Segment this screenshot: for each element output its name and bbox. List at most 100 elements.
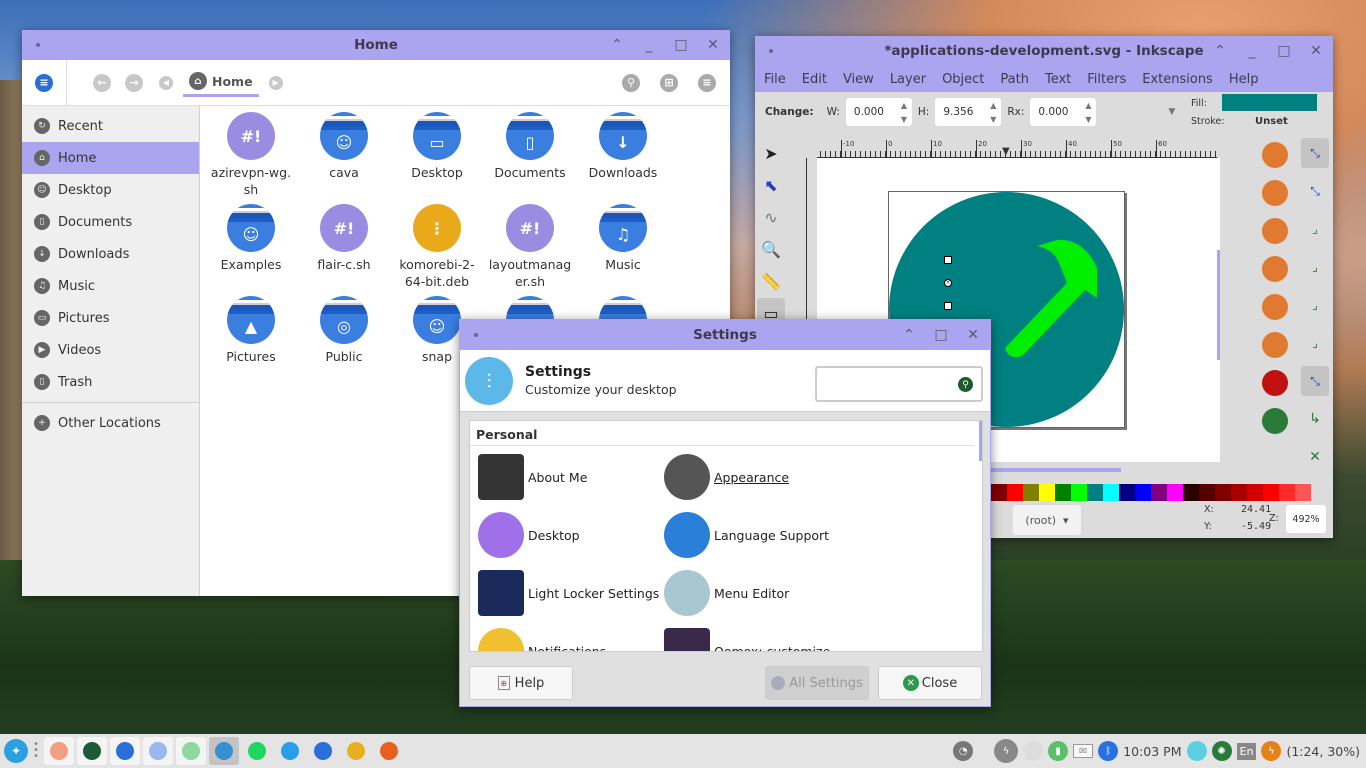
menu-help[interactable]: Help (1229, 72, 1259, 87)
sidebar-item-other-locations[interactable]: + Other Locations (22, 407, 199, 439)
minimize-button[interactable]: _ (1243, 42, 1261, 60)
snap-toggle-icon[interactable]: ⤡ (1301, 138, 1329, 168)
forward-icon[interactable]: → (125, 73, 143, 92)
sidebar-item-desktop[interactable]: ☺ Desktop (22, 174, 199, 206)
panel-handle[interactable]: • • • (33, 740, 39, 762)
snap-intersections-icon[interactable]: ✕ (1301, 442, 1329, 472)
menu-extensions[interactable]: Extensions (1142, 72, 1213, 87)
taskbar-app-files[interactable] (109, 737, 140, 765)
settings-search-input[interactable]: ⚲ (815, 366, 983, 402)
taskbar-app-inkscape[interactable] (76, 737, 107, 765)
menu-edit[interactable]: Edit (802, 72, 827, 87)
sidebar-item-trash[interactable]: ▯ Trash (22, 366, 199, 398)
menu-filters[interactable]: Filters (1087, 72, 1126, 87)
sidebar-item-downloads[interactable]: ↓ Downloads (22, 238, 199, 270)
taskbar-app-files-launcher[interactable] (308, 737, 338, 765)
taskbar-app-spotify-launcher[interactable] (242, 737, 272, 765)
rx-spinbox[interactable]: 0.000 ▲ ▼ (1030, 98, 1097, 126)
window-menu-dot[interactable] (474, 333, 478, 337)
transform-handle[interactable] (944, 302, 952, 310)
palette-swatch[interactable] (1279, 484, 1295, 501)
palette-swatch[interactable] (1135, 484, 1151, 501)
undo-icon[interactable] (1262, 370, 1288, 396)
panel-scrollbar[interactable] (979, 421, 982, 461)
menu-view[interactable]: View (843, 72, 874, 87)
taskbar-app-telegram[interactable] (275, 737, 305, 765)
maximize-button[interactable]: □ (672, 36, 690, 54)
width-value[interactable]: 0.000 (854, 106, 884, 118)
notifications-icon[interactable]: ◔ (953, 741, 974, 761)
file-item[interactable]: #! flair-c.sh (298, 204, 390, 273)
zoom-value[interactable]: 492% (1292, 514, 1319, 525)
palette-swatch[interactable] (991, 484, 1007, 501)
files-titlebar[interactable]: Home ⌃ _ □ ✕ (22, 30, 730, 60)
menu-file[interactable]: File (764, 72, 786, 87)
menu-layer[interactable]: Layer (890, 72, 926, 87)
search-icon[interactable]: ⚲ (958, 377, 973, 392)
minimize-button[interactable]: _ (640, 36, 658, 54)
window-menu-dot[interactable] (769, 49, 773, 53)
all-settings-button[interactable]: All Settings (765, 666, 869, 700)
palette-swatch[interactable] (1215, 484, 1231, 501)
menu-path[interactable]: Path (1000, 72, 1029, 87)
menu-text[interactable]: Text (1045, 72, 1071, 87)
zoom-spinbox[interactable]: 492% (1286, 505, 1326, 533)
taskbar-app-firefox-launcher[interactable] (374, 737, 404, 765)
maximize-button[interactable]: □ (1275, 42, 1293, 60)
network-idle-icon[interactable] (1023, 741, 1044, 761)
taskbar-app-settings[interactable] (208, 737, 239, 765)
inkscape-titlebar[interactable]: *applications-development.svg - Inkscape… (755, 36, 1333, 66)
stroke-value[interactable]: Unset (1255, 116, 1288, 127)
back-icon[interactable]: ← (93, 73, 111, 92)
files-app-icon[interactable]: ≡ (35, 73, 53, 92)
snap-bbox-midpoints-icon[interactable]: ⌟ (1301, 290, 1329, 320)
width-spinbox[interactable]: 0.000 ▲ ▼ (845, 98, 912, 126)
shade-button[interactable]: ⌃ (1211, 42, 1229, 60)
fill-swatch[interactable] (1222, 94, 1317, 111)
sidebar-item-music[interactable]: ♫ Music (22, 270, 199, 302)
more-controls-dropdown[interactable]: ▼ (1168, 107, 1175, 117)
file-item[interactable]: #! layoutmanag er.sh (484, 204, 576, 290)
palette-swatch[interactable] (1183, 484, 1199, 501)
palette-swatch[interactable] (1007, 484, 1023, 501)
sidebar-item-pictures[interactable]: ▭ Pictures (22, 302, 199, 334)
palette-swatch[interactable] (1039, 484, 1055, 501)
update-notifier-icon[interactable]: ✺ (1211, 741, 1232, 761)
export-icon[interactable] (1262, 332, 1288, 358)
settings-item-appearance[interactable]: Appearance (664, 454, 789, 500)
taskbar-app-spotify[interactable] (175, 737, 206, 765)
new-document-icon[interactable] (1262, 142, 1288, 168)
palette-swatch[interactable] (1055, 484, 1071, 501)
palette-swatch[interactable] (1087, 484, 1103, 501)
shade-button[interactable]: ⌃ (608, 36, 626, 54)
file-item[interactable]: ☺ Examples (205, 204, 297, 273)
redo-icon[interactable] (1262, 408, 1288, 434)
palette-swatch[interactable] (1103, 484, 1119, 501)
path-right-icon[interactable]: ▶ (268, 75, 283, 90)
tweak-tool-icon[interactable]: ∿ (757, 202, 785, 232)
settings-item-about-me[interactable]: About Me (478, 454, 587, 500)
whisker-menu-icon[interactable]: ✦ (4, 739, 28, 763)
path-home-button[interactable]: ⌂ Home (183, 69, 259, 97)
height-value[interactable]: 9.356 (943, 106, 973, 118)
close-button[interactable]: ✕ (1307, 42, 1325, 60)
selector-tool-icon[interactable]: ➤ (757, 138, 785, 168)
snap-bbox-corners-icon[interactable]: ⌟ (1301, 252, 1329, 282)
palette-swatch[interactable] (1199, 484, 1215, 501)
file-item[interactable]: ⋮ komorebi-2- 64-bit.deb (391, 204, 483, 290)
file-item[interactable]: ▭ Desktop (391, 112, 483, 181)
settings-item-notifications[interactable]: Notifications (478, 628, 606, 651)
file-item[interactable]: ☺ cava (298, 112, 390, 181)
palette-swatch[interactable] (1231, 484, 1247, 501)
battery-status[interactable]: (1:24, 30%) (1286, 744, 1360, 759)
horizontal-scrollbar[interactable] (991, 468, 1121, 472)
print-document-icon[interactable] (1262, 256, 1288, 282)
settings-item-menu-editor[interactable]: Menu Editor (664, 570, 789, 616)
clock[interactable]: 10:03 PM (1123, 744, 1181, 759)
sidebar-item-home[interactable]: ⌂ Home (22, 142, 199, 174)
palette-swatch[interactable] (1247, 484, 1263, 501)
view-options-icon[interactable]: ⊞ (660, 73, 678, 92)
rotation-center-handle[interactable]: × (944, 279, 952, 287)
palette-swatch[interactable] (1023, 484, 1039, 501)
file-item[interactable]: ♫ Music (577, 204, 669, 273)
